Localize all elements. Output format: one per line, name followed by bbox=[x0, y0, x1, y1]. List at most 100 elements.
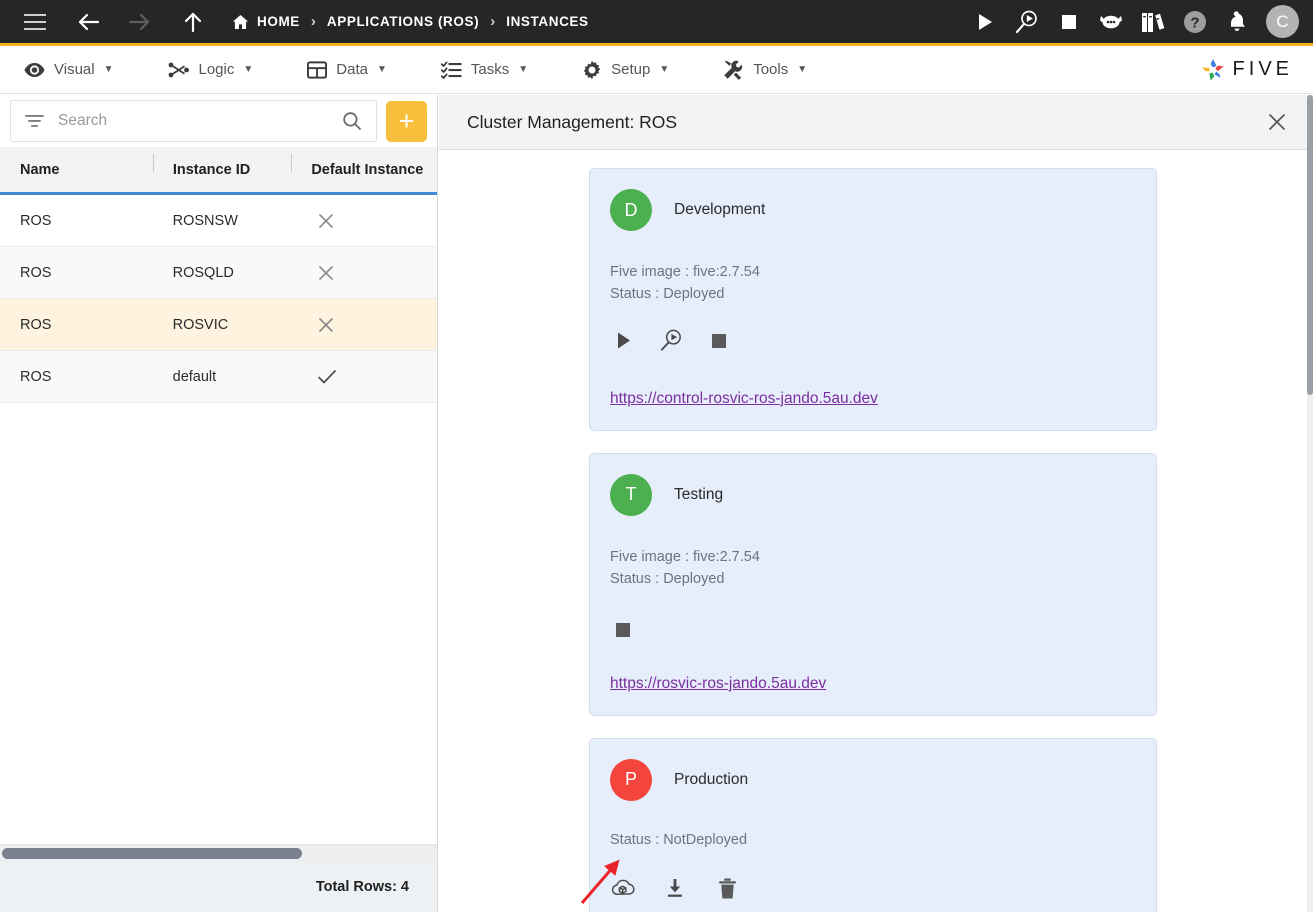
menu-item-label: Tools bbox=[753, 61, 789, 78]
menu-item-tools[interactable]: Tools ▼ bbox=[709, 46, 821, 93]
cell-default-instance bbox=[291, 316, 437, 334]
search-input[interactable] bbox=[44, 112, 336, 130]
five-star-icon bbox=[1200, 57, 1226, 83]
arrow-right-icon[interactable] bbox=[118, 0, 160, 43]
menu-item-setup[interactable]: Setup ▼ bbox=[568, 46, 683, 93]
chevron-down-icon: ▼ bbox=[797, 64, 808, 75]
total-rows-label: Total Rows: 4 bbox=[315, 879, 409, 895]
cloud-deploy-icon[interactable] bbox=[610, 875, 636, 901]
menu-item-visual[interactable]: Visual ▼ bbox=[10, 46, 128, 93]
environment-card-testing[interactable]: T Testing Five image : five:2.7.54 Statu… bbox=[589, 452, 1157, 716]
delete-icon[interactable] bbox=[714, 875, 740, 901]
environment-card-development[interactable]: D Development Five image : five:2.7.54 S… bbox=[589, 168, 1157, 431]
card-header: D Development bbox=[610, 189, 1130, 231]
menu-item-label: Data bbox=[336, 61, 368, 78]
page-title: Cluster Management: ROS bbox=[467, 111, 678, 132]
table-row[interactable]: ROS ROSNSW bbox=[0, 195, 437, 247]
environment-name: Production bbox=[674, 770, 749, 788]
cell-default-instance bbox=[291, 264, 437, 282]
menu-item-data[interactable]: Data ▼ bbox=[293, 46, 401, 93]
panel-header: Cluster Management: ROS bbox=[439, 95, 1313, 150]
avatar-initial: D bbox=[624, 199, 638, 220]
cell-name: ROS bbox=[20, 212, 52, 229]
instances-list-panel: + Name Instance ID Default Instance ROS … bbox=[0, 95, 438, 912]
table-grid-icon bbox=[307, 60, 328, 79]
avatar[interactable]: C bbox=[1266, 5, 1299, 38]
cell-default-instance bbox=[291, 212, 437, 230]
environment-cards: D Development Five image : five:2.7.54 S… bbox=[439, 150, 1313, 912]
run-icon[interactable] bbox=[610, 328, 636, 354]
menu-item-logic[interactable]: Logic ▼ bbox=[154, 46, 268, 93]
column-header-instance-id[interactable]: Instance ID bbox=[152, 153, 291, 178]
table-row[interactable]: ROS ROSVIC bbox=[0, 299, 437, 351]
image-version-label: Five image : five:2.7.54 bbox=[610, 264, 760, 280]
download-icon[interactable] bbox=[662, 875, 688, 901]
avatar: D bbox=[610, 189, 652, 231]
menu-item-label: Visual bbox=[54, 61, 95, 78]
preview-icon[interactable] bbox=[658, 328, 684, 354]
column-header-default-instance[interactable]: Default Instance bbox=[291, 153, 437, 178]
brand-name: FIVE bbox=[1232, 58, 1293, 80]
environment-card-production[interactable]: P Production Status : NotDeployed bbox=[589, 737, 1157, 912]
horizontal-scrollbar[interactable] bbox=[0, 844, 437, 862]
image-version-label: Five image : five:2.7.54 bbox=[610, 548, 760, 565]
avatar-initial: C bbox=[1276, 11, 1289, 31]
vertical-scrollbar[interactable] bbox=[1307, 95, 1313, 912]
card-meta: Five image : five:2.7.54 Status : Deploy… bbox=[610, 261, 1130, 306]
card-meta: Status : NotDeployed bbox=[610, 829, 1130, 851]
breadcrumb-label: HOME bbox=[257, 14, 300, 29]
cell-default-instance bbox=[291, 368, 437, 386]
chatbot-icon[interactable] bbox=[1090, 0, 1132, 43]
stop-icon[interactable] bbox=[610, 617, 636, 643]
filter-icon[interactable] bbox=[25, 114, 44, 128]
help-icon[interactable]: ? bbox=[1174, 0, 1216, 43]
library-icon[interactable] bbox=[1132, 0, 1174, 43]
breadcrumb-item-instances[interactable]: INSTANCES bbox=[506, 14, 588, 29]
logic-flow-icon bbox=[168, 61, 190, 79]
home-icon bbox=[232, 14, 249, 30]
arrow-left-icon[interactable] bbox=[68, 0, 110, 43]
avatar-initial: P bbox=[624, 769, 637, 790]
eye-icon bbox=[24, 62, 45, 78]
table-row[interactable]: ROS default bbox=[0, 351, 437, 403]
search-row: + bbox=[0, 95, 437, 147]
card-actions bbox=[610, 873, 1130, 903]
stop-icon[interactable] bbox=[706, 328, 732, 354]
top-bar: HOME › APPLICATIONS (ROS) › INSTANCES ? … bbox=[0, 0, 1313, 46]
avatar: P bbox=[610, 758, 652, 801]
menu-item-tasks[interactable]: Tasks ▼ bbox=[427, 46, 542, 93]
stop-icon[interactable] bbox=[1048, 0, 1090, 43]
run-icon[interactable] bbox=[964, 0, 1006, 43]
hamburger-icon[interactable] bbox=[14, 0, 56, 43]
status-label: Status : Deployed bbox=[610, 571, 725, 588]
breadcrumb-separator: › bbox=[310, 13, 316, 30]
cross-icon bbox=[317, 212, 335, 230]
cell-name: ROS bbox=[20, 368, 52, 385]
horizontal-scrollbar-thumb[interactable] bbox=[2, 848, 302, 859]
preview-icon[interactable] bbox=[1006, 0, 1048, 43]
breadcrumb-label: INSTANCES bbox=[506, 14, 589, 29]
table-row[interactable]: ROS ROSQLD bbox=[0, 247, 437, 299]
checklist-icon bbox=[440, 61, 462, 79]
search-icon[interactable] bbox=[336, 111, 368, 131]
environment-url-link[interactable]: https://rosvic-ros-jando.5au.dev bbox=[610, 675, 826, 693]
breadcrumb-item-applications[interactable]: APPLICATIONS (ROS) bbox=[327, 14, 479, 29]
cross-icon bbox=[317, 316, 335, 334]
add-instance-button[interactable]: + bbox=[386, 100, 427, 142]
tools-icon bbox=[723, 60, 744, 80]
search-box[interactable] bbox=[10, 100, 377, 142]
svg-text:?: ? bbox=[1190, 14, 1199, 31]
chevron-down-icon: ▼ bbox=[376, 64, 387, 75]
vertical-scrollbar-thumb[interactable] bbox=[1307, 95, 1313, 395]
notifications-icon[interactable] bbox=[1216, 0, 1258, 43]
card-actions bbox=[610, 615, 1130, 645]
status-label: Status : NotDeployed bbox=[610, 831, 748, 848]
gear-icon bbox=[582, 60, 602, 80]
status-label: Status : Deployed bbox=[610, 286, 725, 303]
column-header-name[interactable]: Name bbox=[0, 162, 153, 178]
menu-item-label: Logic bbox=[198, 61, 235, 78]
close-icon[interactable] bbox=[1261, 106, 1293, 138]
breadcrumb-item-home[interactable]: HOME bbox=[232, 14, 300, 30]
arrow-up-icon[interactable] bbox=[172, 0, 214, 43]
environment-url-link[interactable]: https://control-rosvic-ros-jando.5au.dev bbox=[610, 390, 878, 408]
